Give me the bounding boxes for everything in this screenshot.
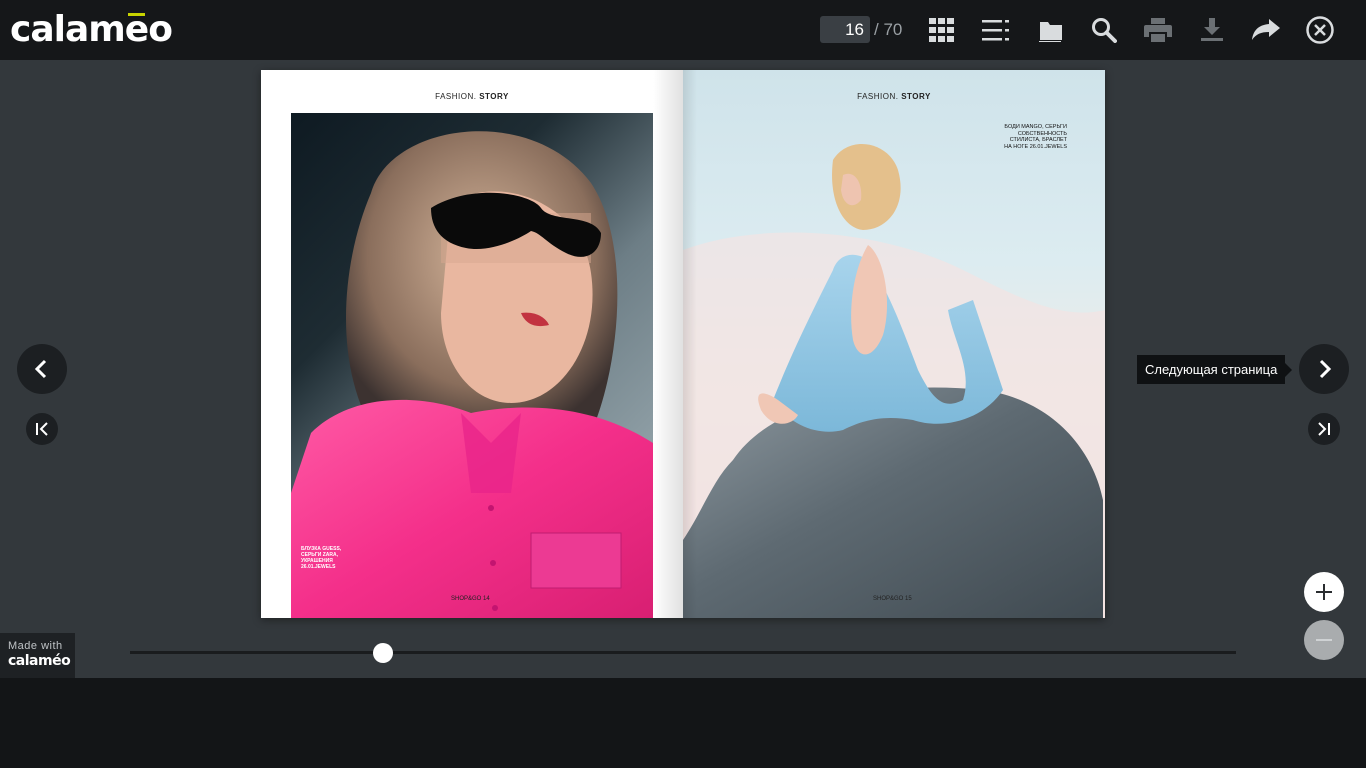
next-page-tooltip: Следующая страница bbox=[1137, 355, 1293, 384]
caption-right: БОДИ MANGO, СЕРЬГИ СОБСТВЕННОСТЬ СТИЛИСТ… bbox=[1004, 124, 1067, 150]
previous-page-button[interactable] bbox=[17, 344, 67, 394]
zoom-out-button bbox=[1304, 620, 1344, 660]
right-page[interactable]: FASHION. STORY БОДИ MANGO, СЕРЬГИ СОБСТВ… bbox=[683, 70, 1105, 618]
zoom-in-button[interactable] bbox=[1304, 572, 1344, 612]
caption-left: БЛУЗКА GUESS, СЕРЬГИ ZARA, УКРАШЕНИЯ 26.… bbox=[301, 546, 342, 570]
page-slider-track[interactable] bbox=[130, 651, 1236, 654]
top-toolbar: calameo / 70 bbox=[0, 0, 1366, 60]
share-icon[interactable] bbox=[1248, 12, 1284, 48]
page-total: / 70 bbox=[874, 20, 903, 39]
photo-woman-on-rock bbox=[683, 143, 1105, 618]
grid-icon[interactable] bbox=[924, 12, 960, 48]
folio-right: SHOP&GO 15 bbox=[873, 596, 912, 602]
left-page[interactable]: FASHION. STORY БЛУЗКА GUESS, СЕРЬГИ ZARA… bbox=[261, 70, 683, 618]
first-page-icon bbox=[36, 422, 48, 436]
chevron-right-icon bbox=[1319, 359, 1332, 379]
minus-icon bbox=[1316, 639, 1332, 641]
page-number-input[interactable] bbox=[820, 16, 870, 43]
download-icon bbox=[1194, 12, 1230, 48]
photo-woman-sunglasses bbox=[291, 113, 653, 618]
running-head-right: FASHION. STORY bbox=[857, 92, 931, 101]
last-page-icon bbox=[1318, 422, 1330, 436]
chevron-left-icon bbox=[34, 359, 47, 379]
first-page-button[interactable] bbox=[26, 413, 58, 445]
close-icon[interactable] bbox=[1302, 12, 1338, 48]
last-page-button[interactable] bbox=[1308, 413, 1340, 445]
running-head-left: FASHION. STORY bbox=[435, 92, 509, 101]
made-with-label: Made with bbox=[8, 640, 63, 652]
magazine-spread[interactable]: FASHION. STORY БЛУЗКА GUESS, СЕРЬГИ ZARA… bbox=[261, 70, 1105, 618]
folio-left: SHOP&GO 14 bbox=[451, 596, 490, 602]
made-with-calameo-badge[interactable]: Made with calaméo bbox=[0, 633, 75, 678]
gutter-shadow-left bbox=[653, 70, 683, 618]
plus-icon bbox=[1316, 584, 1332, 600]
next-page-button[interactable] bbox=[1299, 344, 1349, 394]
folder-icon[interactable] bbox=[1032, 12, 1068, 48]
print-icon bbox=[1140, 12, 1176, 48]
list-icon[interactable] bbox=[978, 12, 1014, 48]
gutter-shadow-right bbox=[683, 70, 697, 618]
search-icon[interactable] bbox=[1086, 12, 1122, 48]
calameo-logo[interactable]: calameo bbox=[10, 8, 173, 52]
made-with-brand: calaméo bbox=[8, 653, 71, 669]
